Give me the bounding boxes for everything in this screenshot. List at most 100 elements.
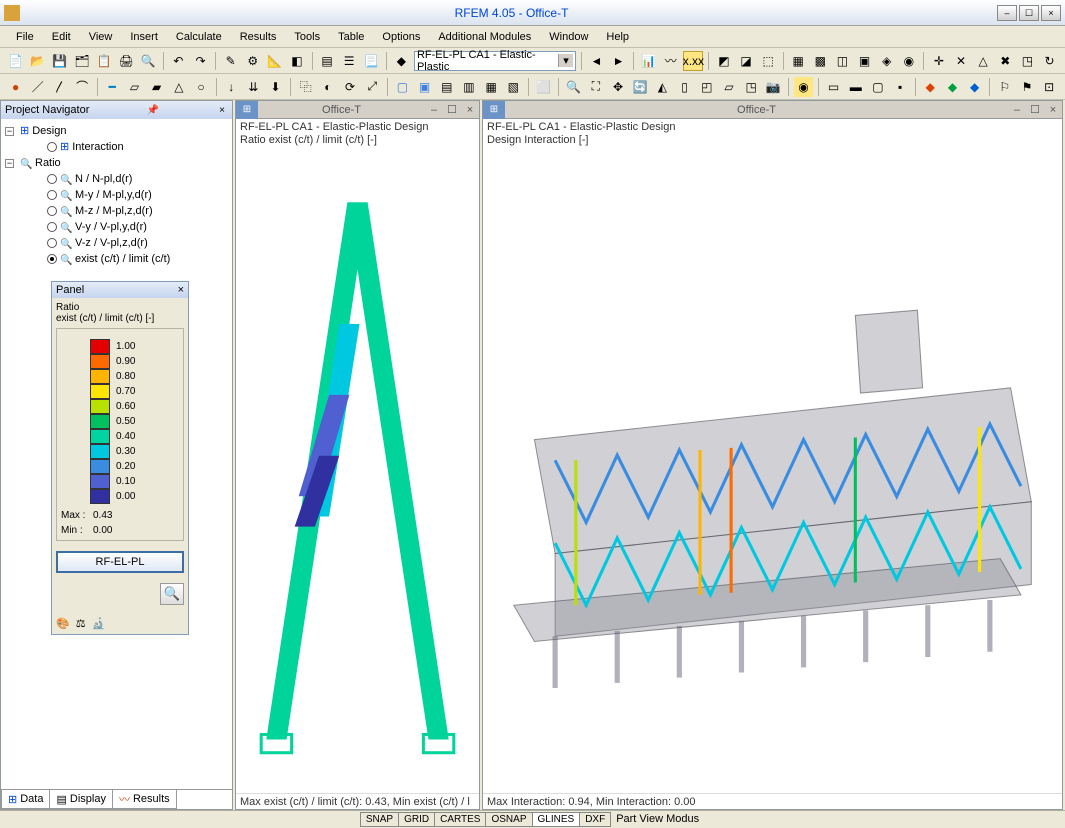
- new-icon[interactable]: 📄: [6, 51, 25, 71]
- tree-ratio[interactable]: −🔍 Ratio: [5, 155, 228, 171]
- misc1-icon[interactable]: ⚐: [995, 77, 1014, 97]
- print-icon[interactable]: 🖨: [117, 51, 136, 71]
- edit-icon[interactable]: ✎: [221, 51, 240, 71]
- wire-icon[interactable]: ▭: [824, 77, 843, 97]
- stab-grid[interactable]: GRID: [398, 812, 435, 827]
- scale-tool-icon[interactable]: ⤢: [363, 77, 382, 97]
- pan-icon[interactable]: ✥: [608, 77, 627, 97]
- filter3-icon[interactable]: ⬚: [759, 51, 778, 71]
- menu-view[interactable]: View: [81, 29, 121, 45]
- menu-edit[interactable]: Edit: [44, 29, 79, 45]
- tree-item-2[interactable]: 🔍M-z / M-pl,z,d(r): [5, 203, 228, 219]
- panel-settings-icon[interactable]: 🔍: [160, 583, 184, 605]
- cube-icon[interactable]: ◳: [1018, 51, 1037, 71]
- box2-icon[interactable]: ▣: [415, 77, 434, 97]
- tool-icon[interactable]: ⚙: [243, 51, 262, 71]
- saveall-icon[interactable]: 🗂: [72, 51, 91, 71]
- side-icon[interactable]: ◰: [697, 77, 716, 97]
- menu-modules[interactable]: Additional Modules: [430, 29, 539, 45]
- undo-icon[interactable]: ↶: [169, 51, 188, 71]
- pin-icon[interactable]: 📌: [144, 105, 162, 116]
- tool3-icon[interactable]: ◧: [287, 51, 306, 71]
- tree-item-0[interactable]: 🔍N / N-pl,d(r): [5, 171, 228, 187]
- line-icon[interactable]: ／: [28, 77, 47, 97]
- rotate-icon[interactable]: ⟳: [340, 77, 359, 97]
- palette-icon[interactable]: 🎨: [56, 617, 70, 630]
- tree-item-4[interactable]: 🔍V-z / V-pl,z,d(r): [5, 235, 228, 251]
- deform-icon[interactable]: 〰: [661, 51, 680, 71]
- tab-display[interactable]: ▤Display: [49, 790, 112, 809]
- display6-icon[interactable]: ◉: [899, 51, 918, 71]
- module-button[interactable]: RF-EL-PL: [56, 551, 184, 573]
- render1-icon[interactable]: ◉: [794, 77, 813, 97]
- hinge-icon[interactable]: ○: [191, 77, 210, 97]
- view2-max-icon[interactable]: ☐: [1026, 103, 1044, 116]
- box5-icon[interactable]: ▦: [482, 77, 501, 97]
- camera-icon[interactable]: 📷: [764, 77, 783, 97]
- refresh-icon[interactable]: ↻: [1040, 51, 1059, 71]
- shade-icon[interactable]: ▬: [846, 77, 865, 97]
- solid-icon[interactable]: ▰: [147, 77, 166, 97]
- member-icon[interactable]: ━: [103, 77, 122, 97]
- tab-results[interactable]: 〰Results: [112, 790, 177, 809]
- view2-close-icon[interactable]: ×: [1044, 104, 1062, 116]
- menu-calculate[interactable]: Calculate: [168, 29, 230, 45]
- menu-help[interactable]: Help: [598, 29, 637, 45]
- loadcase-combo[interactable]: RF-EL-PL CA1 - Elastic-Plastic ▾: [414, 51, 576, 71]
- copy1-icon[interactable]: ⿻: [296, 77, 315, 97]
- snap-icon[interactable]: ✛: [929, 51, 948, 71]
- filter2-icon[interactable]: ◪: [736, 51, 755, 71]
- color3-icon[interactable]: ◆: [965, 77, 984, 97]
- box3-icon[interactable]: ▤: [437, 77, 456, 97]
- load3-icon[interactable]: ⬇: [266, 77, 285, 97]
- display3-icon[interactable]: ◫: [833, 51, 852, 71]
- panel-close-icon[interactable]: ×: [178, 284, 184, 296]
- color1-icon[interactable]: ◆: [921, 77, 940, 97]
- open-icon[interactable]: 📂: [28, 51, 47, 71]
- stab-cartes[interactable]: CARTES: [434, 812, 486, 827]
- maximize-button[interactable]: ☐: [1019, 5, 1039, 21]
- front-icon[interactable]: ▯: [675, 77, 694, 97]
- stab-glines[interactable]: GLINES: [532, 812, 581, 827]
- stab-snap[interactable]: SNAP: [360, 812, 399, 827]
- misc3-icon[interactable]: ⊡: [1040, 77, 1059, 97]
- close-panel-icon[interactable]: ×: [216, 105, 228, 116]
- view2-canvas[interactable]: [483, 149, 1062, 793]
- tree-item-1[interactable]: 🔍M-y / M-pl,y,d(r): [5, 187, 228, 203]
- view1-close-icon[interactable]: ×: [461, 104, 479, 116]
- stab-osnap[interactable]: OSNAP: [485, 812, 532, 827]
- axis-icon[interactable]: ✕: [951, 51, 970, 71]
- filter1-icon[interactable]: ◩: [714, 51, 733, 71]
- view1-min-icon[interactable]: –: [425, 104, 443, 116]
- stab-dxf[interactable]: DXF: [579, 812, 611, 827]
- close-button[interactable]: ×: [1041, 5, 1061, 21]
- cross-icon[interactable]: ✖: [996, 51, 1015, 71]
- tool2-icon[interactable]: 📐: [265, 51, 284, 71]
- menu-results[interactable]: Results: [232, 29, 285, 45]
- tree-design[interactable]: −⊞ Design: [5, 123, 228, 139]
- module-icon[interactable]: ◆: [392, 51, 411, 71]
- save-icon[interactable]: 💾: [50, 51, 69, 71]
- redo-icon[interactable]: ↷: [191, 51, 210, 71]
- rotate3d-icon[interactable]: 🔄: [631, 77, 650, 97]
- view1-icon[interactable]: ⬜: [534, 77, 553, 97]
- zoom-extents-icon[interactable]: ⛶: [586, 77, 605, 97]
- grid-icon[interactable]: △: [974, 51, 993, 71]
- list-icon[interactable]: ☰: [340, 51, 359, 71]
- minimize-button[interactable]: –: [997, 5, 1017, 21]
- display5-icon[interactable]: ◈: [877, 51, 896, 71]
- menu-options[interactable]: Options: [374, 29, 428, 45]
- display2-icon[interactable]: ▩: [811, 51, 830, 71]
- copy-icon[interactable]: 📋: [95, 51, 114, 71]
- chevron-down-icon[interactable]: ▾: [558, 54, 573, 67]
- preview-icon[interactable]: 🔍: [139, 51, 158, 71]
- box1-icon[interactable]: ▢: [393, 77, 412, 97]
- box6-icon[interactable]: ▧: [504, 77, 523, 97]
- menu-insert[interactable]: Insert: [122, 29, 166, 45]
- tab-data[interactable]: ⊞Data: [1, 790, 50, 809]
- table-icon[interactable]: ▤: [317, 51, 336, 71]
- menu-tools[interactable]: Tools: [286, 29, 328, 45]
- microscope-icon[interactable]: 🔬: [92, 617, 106, 630]
- top-icon[interactable]: ▱: [719, 77, 738, 97]
- values-icon[interactable]: x.xx: [683, 51, 703, 71]
